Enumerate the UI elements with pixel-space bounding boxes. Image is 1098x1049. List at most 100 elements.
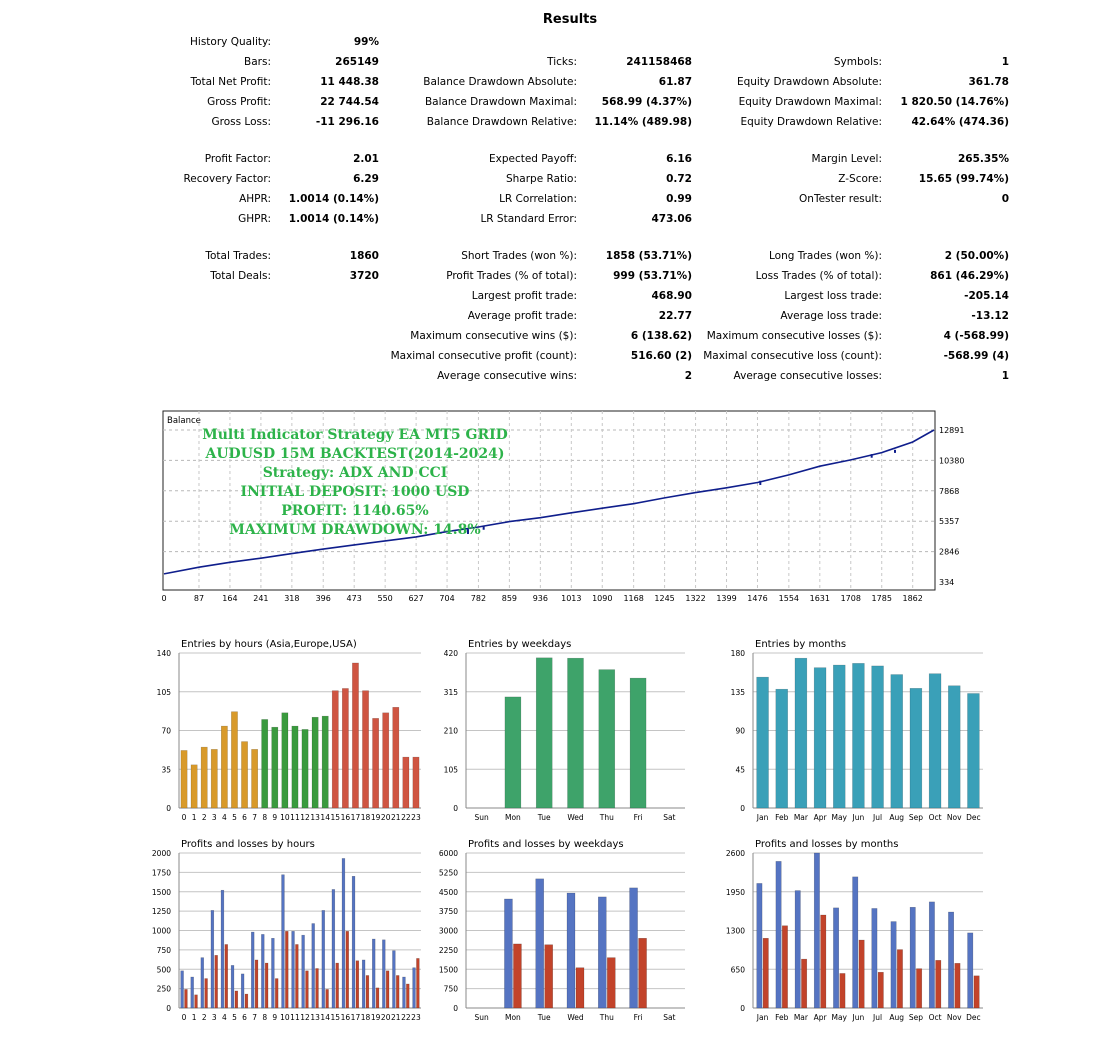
profit-bar	[351, 876, 356, 1009]
stat-value: 22 744.54	[320, 96, 379, 108]
chart-title: Profits and losses by months	[755, 839, 898, 850]
bar	[871, 665, 884, 809]
bar	[231, 711, 238, 809]
chart-ytick: 315	[444, 688, 459, 697]
chart-xtick: Thu	[599, 813, 614, 822]
profit-bar	[775, 861, 782, 1009]
loss-bar	[214, 955, 218, 1009]
stat-value: 2.01	[353, 153, 379, 165]
chart-xtick: Sep	[909, 1013, 923, 1022]
overlay-line: AUDUSD 15M BACKTEST(2014-2024)	[205, 446, 505, 462]
overlay-line: INITIAL DEPOSIT: 1000 USD	[240, 484, 470, 500]
chart-xtick: Mon	[505, 1013, 521, 1022]
chart-xtick: 3	[212, 813, 217, 822]
balance-ytick: 7868	[939, 487, 959, 496]
profit-bar	[361, 959, 366, 1009]
bar	[852, 663, 865, 809]
chart-ytick: 3750	[439, 907, 458, 916]
chart-ytick: 0	[166, 1004, 171, 1013]
bar	[928, 673, 942, 809]
overlay-line: Strategy: ADX AND CCI	[262, 465, 448, 481]
loss-bar	[244, 993, 249, 1009]
chart-xtick: Mar	[794, 813, 809, 822]
chart-xtick: 19	[371, 1013, 381, 1022]
stat-value: 6.29	[353, 173, 379, 185]
chart-xtick: 21	[391, 813, 401, 822]
loss-bar	[954, 963, 961, 1009]
stat-label: Expected Payoff:	[488, 153, 577, 165]
chart-ytick: 1000	[152, 927, 171, 936]
chart-xtick: Tue	[537, 813, 551, 822]
bar	[794, 657, 808, 809]
loss-bar	[234, 990, 239, 1009]
chart-xtick: 7	[252, 1013, 257, 1022]
balance-xtick: 241	[253, 594, 268, 603]
chart-ytick: 140	[157, 649, 172, 658]
loss-bar	[204, 978, 208, 1009]
chart-ytick: 105	[444, 765, 459, 774]
loss-bar	[305, 970, 309, 1009]
balance-xtick: 1785	[872, 594, 892, 603]
loss-bar	[254, 959, 259, 1009]
chart-ytick: 1500	[439, 965, 458, 974]
loss-bar	[325, 989, 329, 1009]
profit-bar	[928, 901, 935, 1009]
profit-bar	[200, 957, 204, 1009]
chart-xtick: Jan	[756, 1013, 769, 1022]
stat-label: Short Trades (won %):	[461, 250, 577, 262]
chart-xtick: Wed	[567, 813, 584, 822]
profit-bar	[756, 883, 763, 1009]
loss-bar	[897, 949, 903, 1009]
chart-xtick: 19	[371, 813, 381, 822]
page-title: Results	[542, 12, 598, 27]
chart-xtick: Jul	[872, 813, 882, 822]
stat-label: Average loss trade:	[780, 310, 882, 322]
balance-xtick: 87	[194, 594, 204, 603]
stat-label: Largest loss trade:	[784, 290, 882, 302]
chart-ytick: 750	[444, 985, 459, 994]
bar	[504, 696, 522, 809]
stat-label: Total Trades:	[205, 250, 271, 262]
loss-bar	[275, 978, 279, 1009]
bar	[341, 688, 349, 809]
profit-bar	[871, 908, 878, 1009]
chart-ytick: 0	[453, 804, 458, 813]
balance-xtick: 1322	[685, 594, 705, 603]
stat-label: Largest profit trade:	[471, 290, 577, 302]
chart-xtick: 22	[401, 813, 411, 822]
bar	[402, 756, 410, 809]
chart-xtick: 18	[361, 813, 371, 822]
stat-value: -11 296.16	[315, 116, 379, 128]
bar	[948, 685, 961, 809]
balance-xtick: 1090	[592, 594, 612, 603]
balance-ytick: 5357	[939, 517, 959, 526]
chart-xtick: Apr	[814, 1013, 828, 1022]
bar	[271, 726, 279, 809]
stat-label: Margin Level:	[811, 153, 882, 165]
chart-ytick: 90	[735, 727, 745, 736]
stat-value: 265149	[335, 56, 379, 68]
loss-bar	[858, 939, 865, 1009]
profit-bar	[341, 858, 346, 1009]
chart-xtick: Jun	[852, 1013, 865, 1022]
profit-bar	[321, 910, 325, 1009]
balance-ytick: 2846	[939, 548, 959, 557]
bar	[833, 664, 846, 809]
loss-bar	[916, 968, 923, 1009]
chart-ytick: 45	[735, 765, 745, 774]
chart-xtick: 14	[320, 813, 330, 822]
loss-bar	[365, 975, 370, 1009]
chart-xtick: Sun	[475, 1013, 490, 1022]
chart-xtick: 11	[290, 1013, 300, 1022]
loss-bar	[782, 925, 788, 1009]
stat-value: 0	[1001, 193, 1009, 205]
loss-bar	[973, 975, 980, 1009]
loss-bar	[820, 914, 827, 1009]
chart-xtick: 6	[242, 1013, 247, 1022]
bar	[775, 688, 788, 809]
chart-xtick: 12	[300, 1013, 310, 1022]
stat-value: 361.78	[968, 76, 1009, 88]
profit-bar	[948, 911, 955, 1009]
chart-ytick: 500	[157, 965, 172, 974]
chart-xtick: Jan	[756, 813, 769, 822]
